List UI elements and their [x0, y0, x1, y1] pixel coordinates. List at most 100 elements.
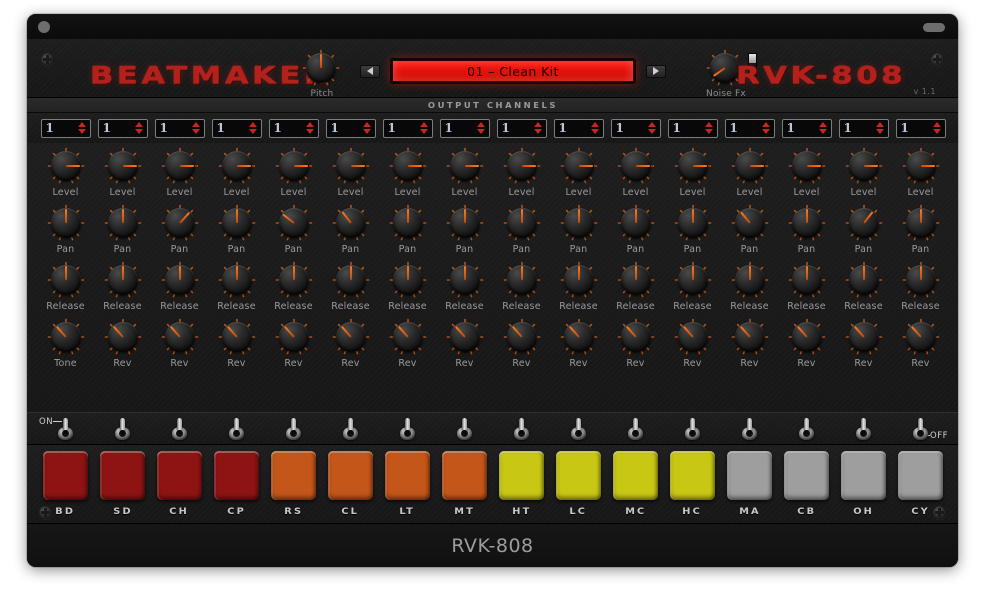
- chevron-up-icon[interactable]: [419, 122, 428, 127]
- chevron-up-icon[interactable]: [704, 122, 713, 127]
- release-knob[interactable]: [617, 261, 655, 299]
- tone-rev-knob[interactable]: [275, 318, 313, 356]
- output-channel-stepper[interactable]: 1: [211, 118, 262, 138]
- level-knob[interactable]: [332, 147, 370, 185]
- output-channel-stepper[interactable]: 1: [895, 118, 946, 138]
- stepper-arrows[interactable]: [419, 122, 428, 134]
- drum-pad[interactable]: [898, 451, 943, 500]
- pan-knob[interactable]: [161, 204, 199, 242]
- release-knob[interactable]: [503, 261, 541, 299]
- drum-pad[interactable]: [385, 451, 430, 500]
- preset-display[interactable]: 01 – Clean Kit: [390, 58, 636, 84]
- chevron-up-icon[interactable]: [191, 122, 200, 127]
- stepper-arrows[interactable]: [590, 122, 599, 134]
- toggle-lever[interactable]: [120, 417, 125, 430]
- pan-knob[interactable]: [560, 204, 598, 242]
- stepper-arrows[interactable]: [134, 122, 143, 134]
- release-knob[interactable]: [47, 261, 85, 299]
- output-channel-stepper[interactable]: 1: [667, 118, 718, 138]
- toggle-lever[interactable]: [234, 417, 239, 430]
- toggle-lever[interactable]: [177, 417, 182, 430]
- tone-rev-knob[interactable]: [218, 318, 256, 356]
- channel-power-toggle[interactable]: [913, 417, 928, 440]
- tone-rev-knob[interactable]: [47, 318, 85, 356]
- level-knob[interactable]: [275, 147, 313, 185]
- toggle-lever[interactable]: [804, 417, 809, 430]
- tone-rev-knob[interactable]: [788, 318, 826, 356]
- output-channel-stepper[interactable]: 1: [154, 118, 205, 138]
- chevron-down-icon[interactable]: [875, 129, 884, 134]
- level-knob[interactable]: [389, 147, 427, 185]
- release-knob[interactable]: [845, 261, 883, 299]
- tone-rev-knob[interactable]: [332, 318, 370, 356]
- stepper-arrows[interactable]: [818, 122, 827, 134]
- chevron-up-icon[interactable]: [134, 122, 143, 127]
- channel-power-toggle[interactable]: [172, 417, 187, 440]
- pan-knob[interactable]: [845, 204, 883, 242]
- channel-power-toggle[interactable]: [115, 417, 130, 440]
- tone-rev-knob[interactable]: [104, 318, 142, 356]
- output-channel-stepper[interactable]: 1: [724, 118, 775, 138]
- level-knob[interactable]: [731, 147, 769, 185]
- output-channel-stepper[interactable]: 1: [97, 118, 148, 138]
- channel-power-toggle[interactable]: [571, 417, 586, 440]
- tone-rev-knob[interactable]: [560, 318, 598, 356]
- release-knob[interactable]: [560, 261, 598, 299]
- stepper-arrows[interactable]: [305, 122, 314, 134]
- level-knob[interactable]: [161, 147, 199, 185]
- pan-knob[interactable]: [446, 204, 484, 242]
- pan-knob[interactable]: [332, 204, 370, 242]
- drum-pad[interactable]: [214, 451, 259, 500]
- chevron-up-icon[interactable]: [248, 122, 257, 127]
- toggle-lever[interactable]: [405, 417, 410, 430]
- level-knob[interactable]: [218, 147, 256, 185]
- close-icon[interactable]: [38, 21, 50, 33]
- chevron-up-icon[interactable]: [476, 122, 485, 127]
- chevron-down-icon[interactable]: [248, 129, 257, 134]
- chevron-down-icon[interactable]: [590, 129, 599, 134]
- chevron-down-icon[interactable]: [362, 129, 371, 134]
- stepper-arrows[interactable]: [362, 122, 371, 134]
- toggle-lever[interactable]: [576, 417, 581, 430]
- release-knob[interactable]: [104, 261, 142, 299]
- chevron-up-icon[interactable]: [761, 122, 770, 127]
- channel-power-toggle[interactable]: [514, 417, 529, 440]
- release-knob[interactable]: [332, 261, 370, 299]
- stepper-arrows[interactable]: [191, 122, 200, 134]
- chevron-down-icon[interactable]: [704, 129, 713, 134]
- drum-pad[interactable]: [442, 451, 487, 500]
- stepper-arrows[interactable]: [476, 122, 485, 134]
- level-knob[interactable]: [617, 147, 655, 185]
- chevron-up-icon[interactable]: [932, 122, 941, 127]
- level-knob[interactable]: [503, 147, 541, 185]
- channel-power-toggle[interactable]: [58, 417, 73, 440]
- stepper-arrows[interactable]: [647, 122, 656, 134]
- toggle-lever[interactable]: [861, 417, 866, 430]
- output-channel-stepper[interactable]: 1: [268, 118, 319, 138]
- channel-power-toggle[interactable]: [856, 417, 871, 440]
- toggle-lever[interactable]: [519, 417, 524, 430]
- release-knob[interactable]: [161, 261, 199, 299]
- pan-knob[interactable]: [104, 204, 142, 242]
- pan-knob[interactable]: [617, 204, 655, 242]
- chevron-up-icon[interactable]: [647, 122, 656, 127]
- chevron-up-icon[interactable]: [818, 122, 827, 127]
- stepper-arrows[interactable]: [761, 122, 770, 134]
- pan-knob[interactable]: [731, 204, 769, 242]
- tone-rev-knob[interactable]: [446, 318, 484, 356]
- channel-power-toggle[interactable]: [286, 417, 301, 440]
- drum-pad[interactable]: [841, 451, 886, 500]
- level-knob[interactable]: [674, 147, 712, 185]
- tone-rev-knob[interactable]: [161, 318, 199, 356]
- level-knob[interactable]: [788, 147, 826, 185]
- release-knob[interactable]: [389, 261, 427, 299]
- chevron-down-icon[interactable]: [647, 129, 656, 134]
- level-knob[interactable]: [845, 147, 883, 185]
- release-knob[interactable]: [902, 261, 940, 299]
- chevron-up-icon[interactable]: [305, 122, 314, 127]
- channel-power-toggle[interactable]: [628, 417, 643, 440]
- channel-power-toggle[interactable]: [742, 417, 757, 440]
- channel-power-toggle[interactable]: [457, 417, 472, 440]
- release-knob[interactable]: [788, 261, 826, 299]
- tone-rev-knob[interactable]: [731, 318, 769, 356]
